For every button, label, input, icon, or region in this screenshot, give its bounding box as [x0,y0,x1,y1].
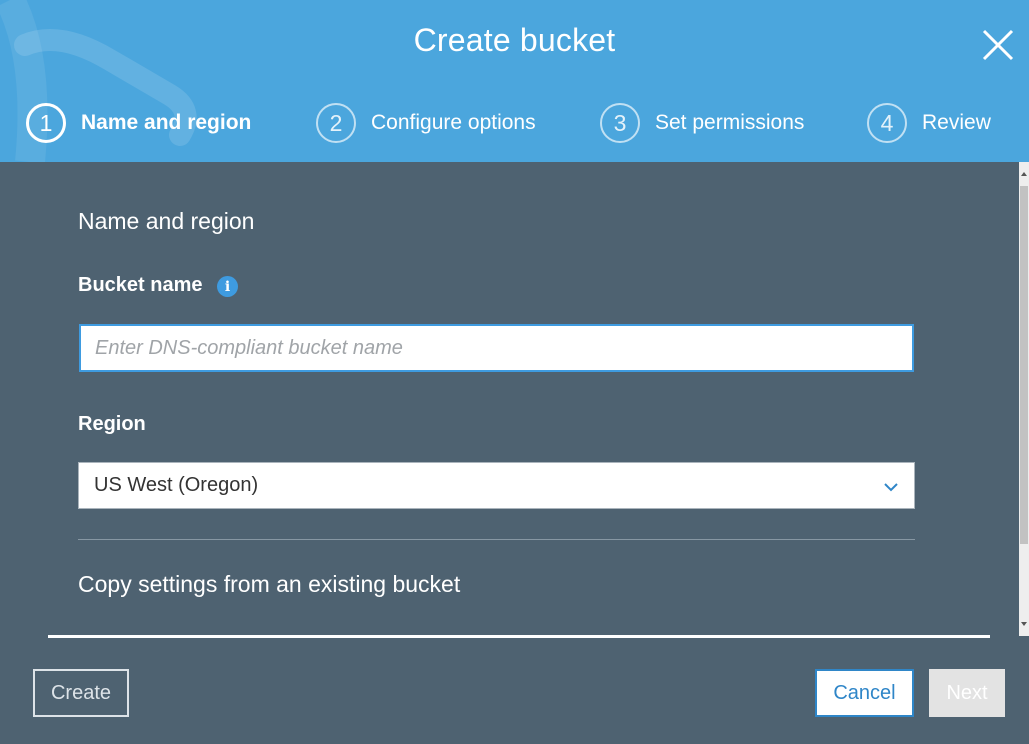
dialog-content: Name and region Bucket name i Region US … [48,162,990,638]
scroll-up-icon[interactable] [1021,172,1027,176]
dialog-title: Create bucket [413,22,616,58]
step-label: Configure options [371,111,536,134]
chevron-down-icon [884,483,898,492]
bucket-name-input[interactable] [79,324,914,372]
step-number: 3 [600,103,640,143]
create-bucket-dialog: Create bucket 1 Name and region 2 Config… [0,0,1029,744]
bucket-name-label: Bucket name [78,274,203,296]
section-divider [78,539,915,540]
region-select[interactable]: US West (Oregon) [78,462,915,509]
close-button[interactable] [980,27,1016,63]
footer-divider [48,635,990,638]
step-name-and-region[interactable]: 1 Name and region [26,100,251,146]
step-number: 2 [316,103,356,143]
step-label: Set permissions [655,111,805,134]
info-icon[interactable]: i [217,276,238,297]
create-button[interactable]: Create [33,669,129,717]
copy-settings-toggle[interactable]: Copy settings from an existing bucket [78,571,460,598]
step-number: 4 [867,103,907,143]
content-scrollbar[interactable] [1019,162,1029,636]
next-button[interactable]: Next [929,669,1005,717]
wizard-steps: 1 Name and region 2 Configure options 3 … [0,100,1029,146]
region-selected-value: US West (Oregon) [94,474,259,496]
region-label: Region [78,413,146,435]
scroll-down-icon[interactable] [1021,622,1027,626]
step-number: 1 [26,103,66,143]
section-title: Name and region [78,208,255,234]
cancel-button[interactable]: Cancel [815,669,914,717]
step-label: Review [922,111,991,134]
step-review[interactable]: 4 Review [867,100,991,146]
step-label: Name and region [81,111,252,134]
scroll-thumb[interactable] [1020,186,1028,544]
close-icon [982,29,1014,61]
step-configure-options[interactable]: 2 Configure options [316,100,536,146]
step-set-permissions[interactable]: 3 Set permissions [600,100,804,146]
dialog-header: Create bucket 1 Name and region 2 Config… [0,0,1029,162]
